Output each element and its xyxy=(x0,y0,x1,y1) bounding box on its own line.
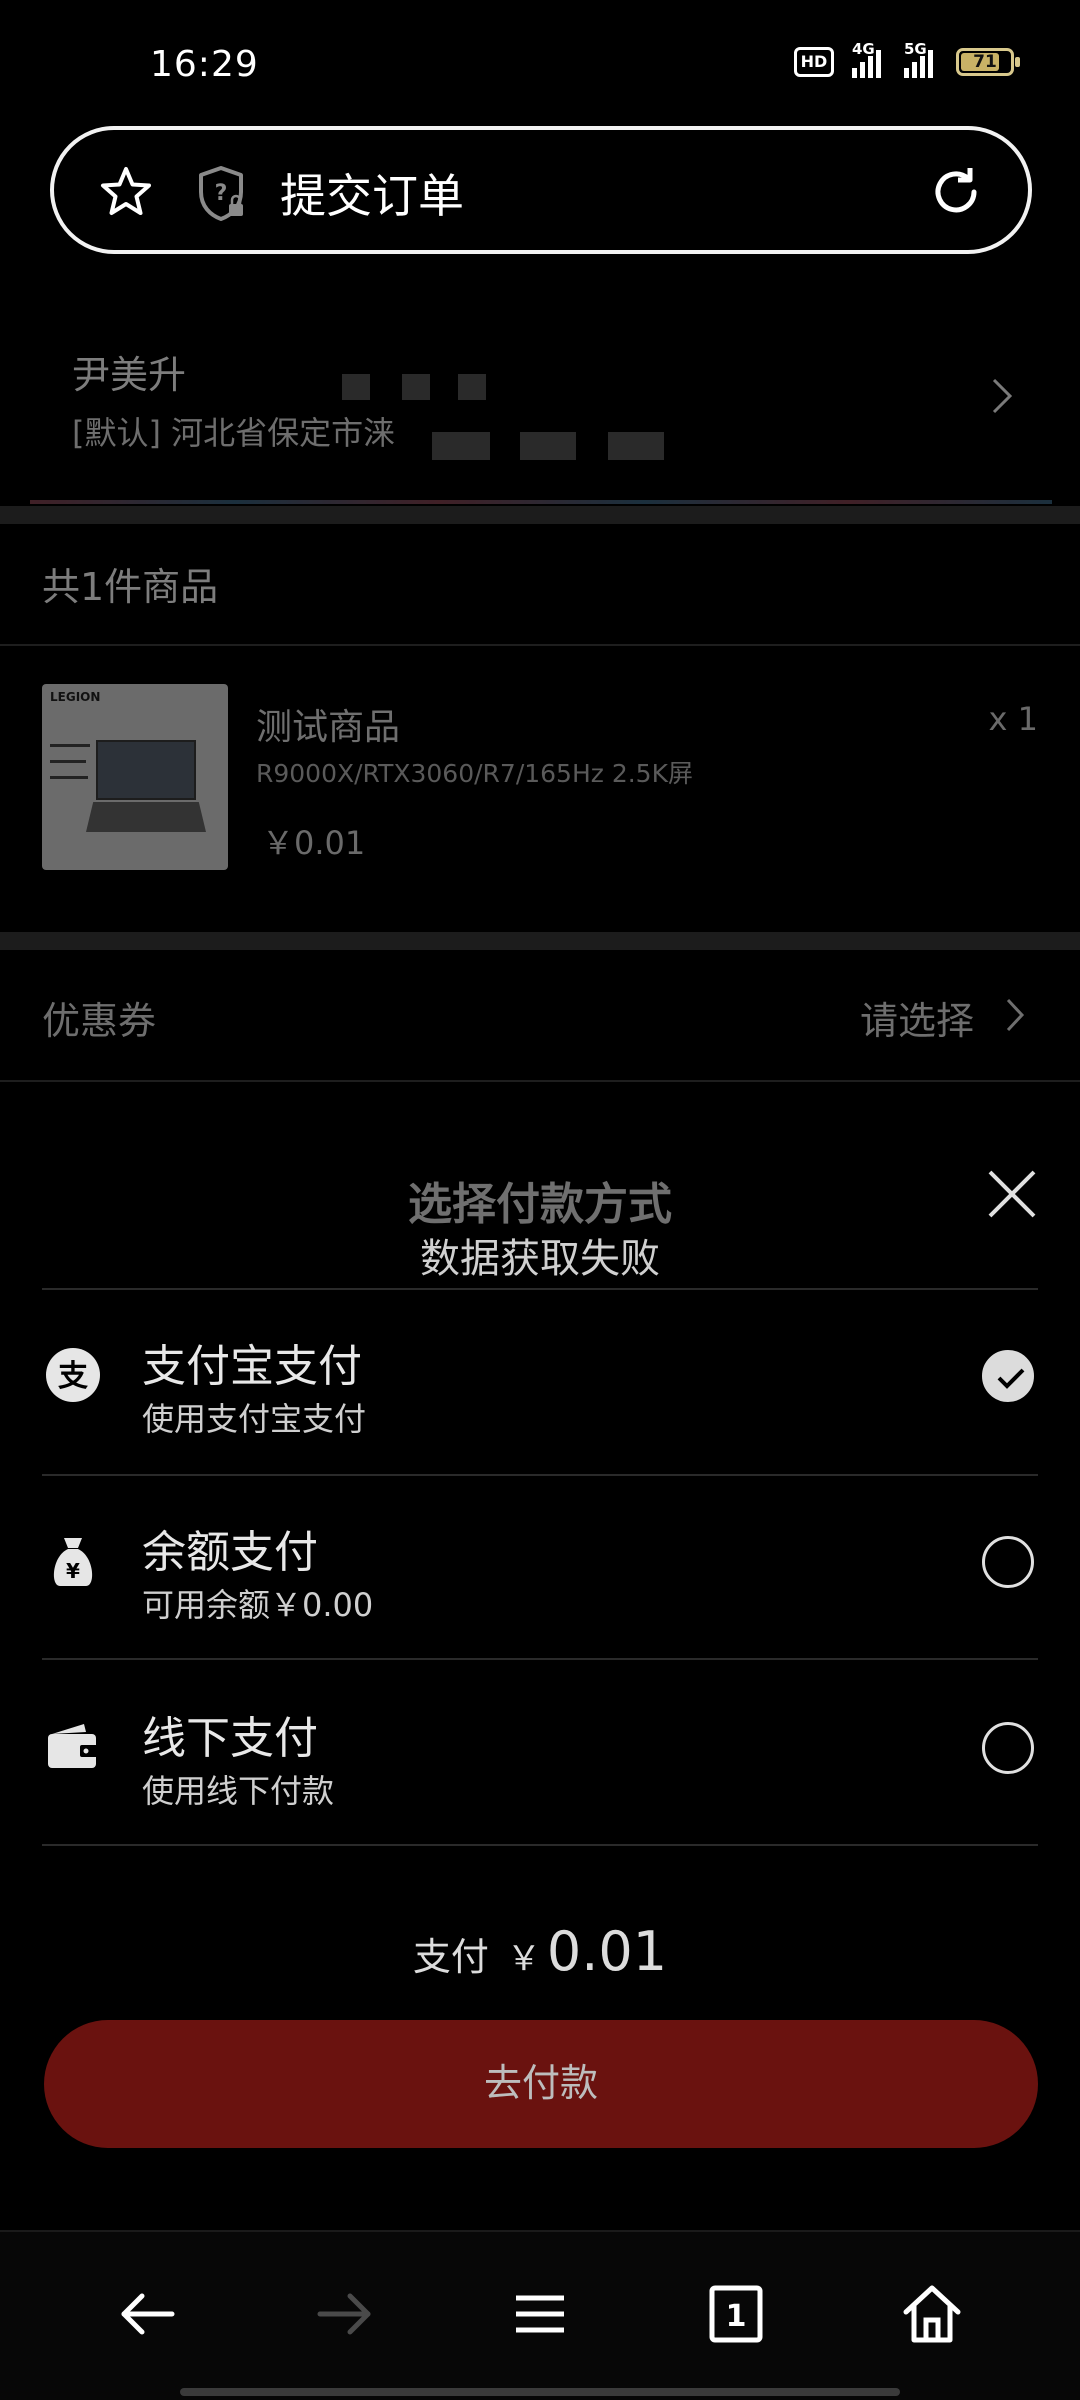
page-title: 提交订单 xyxy=(280,169,464,223)
close-icon[interactable] xyxy=(986,1168,1038,1220)
status-icons: HD 4G 5G 71 xyxy=(794,40,1020,78)
radio-checked[interactable] xyxy=(982,1350,1034,1402)
star-icon[interactable] xyxy=(98,164,154,220)
hd-icon: HD xyxy=(794,47,834,77)
home-icon[interactable] xyxy=(900,2282,964,2346)
status-bar: 16:29 HD 4G 5G 71 xyxy=(0,0,1080,130)
privacy-mask xyxy=(608,432,664,460)
method-description: 可用余额￥0.00 xyxy=(142,1586,374,1624)
method-name: 线下支付 xyxy=(142,1713,318,1764)
coupon-select[interactable]: 请选择 xyxy=(860,990,974,1045)
security-shield-icon[interactable]: ? xyxy=(194,164,248,222)
tabs-count: 1 xyxy=(726,2299,747,2334)
section-separator xyxy=(0,506,1080,524)
wallet-icon xyxy=(48,1724,100,1768)
payment-method-alipay[interactable]: 支 支付宝支付 使用支付宝支付 xyxy=(0,1290,1080,1474)
method-name: 余额支付 xyxy=(142,1527,318,1578)
signal-5g-icon: 5G xyxy=(904,40,938,78)
privacy-mask xyxy=(402,374,430,400)
divider xyxy=(0,644,1080,646)
delivery-address[interactable]: 尹美升 [默认] 河北省保定市涞 xyxy=(0,320,1080,510)
payment-method-offline[interactable]: 线下支付 使用线下付款 xyxy=(0,1662,1080,1846)
signal-4g-icon: 4G xyxy=(852,40,886,78)
address-divider xyxy=(30,500,1052,504)
product-quantity: x 1 xyxy=(988,700,1038,738)
privacy-mask xyxy=(342,374,370,400)
svg-text:?: ? xyxy=(215,181,228,206)
privacy-mask xyxy=(458,374,486,400)
goods-count: 共1件商品 xyxy=(42,565,219,609)
total-amount: 0.01 xyxy=(546,1920,668,1983)
address-line: [默认] 河北省保定市涞 xyxy=(72,414,396,452)
total-label: 支付 xyxy=(412,1935,489,1979)
product-image[interactable]: LEGION xyxy=(42,684,228,870)
radio-unchecked[interactable] xyxy=(982,1536,1034,1588)
recipient-name: 尹美升 xyxy=(72,353,187,397)
money-bag-icon: ¥ xyxy=(53,1538,93,1586)
method-description: 使用支付宝支付 xyxy=(142,1400,367,1438)
svg-text:¥: ¥ xyxy=(66,1559,80,1583)
refresh-icon[interactable] xyxy=(928,164,984,220)
total-currency: ￥ xyxy=(506,1939,541,1979)
menu-icon[interactable] xyxy=(508,2282,572,2346)
url-bar[interactable]: ? 提交订单 xyxy=(50,126,1032,254)
svg-text:支: 支 xyxy=(58,1359,88,1394)
coupon-label: 优惠券 xyxy=(42,999,157,1043)
chevron-right-icon xyxy=(992,378,1013,414)
status-time: 16:29 xyxy=(150,44,259,85)
browser-nav-bar: 1 xyxy=(0,2230,1080,2400)
forward-icon[interactable] xyxy=(312,2282,376,2346)
error-toast: 数据获取失败 xyxy=(362,1226,718,1290)
battery-icon: 71 xyxy=(956,48,1020,76)
payment-method-balance[interactable]: ¥ 余额支付 可用余额￥0.00 xyxy=(0,1476,1080,1660)
payment-sheet-title: 选择付款方式 xyxy=(408,1179,672,1230)
chevron-right-icon[interactable] xyxy=(1004,996,1026,1034)
divider xyxy=(42,1844,1038,1846)
product-spec: R9000X/RTX3060/R7/165Hz 2.5K屏 xyxy=(256,759,693,788)
payment-total: 支付 ￥ 0.01 xyxy=(0,1920,1080,1983)
divider xyxy=(42,1658,1038,1660)
back-icon[interactable] xyxy=(116,2282,180,2346)
method-description: 使用线下付款 xyxy=(142,1772,335,1810)
privacy-mask xyxy=(432,432,490,460)
pay-button[interactable]: 去付款 xyxy=(44,2020,1038,2148)
tabs-icon[interactable]: 1 xyxy=(704,2282,768,2346)
battery-level: 71 xyxy=(973,52,997,72)
check-icon xyxy=(997,1368,1025,1389)
product-name: 测试商品 xyxy=(256,707,401,748)
radio-unchecked[interactable] xyxy=(982,1722,1034,1774)
privacy-mask xyxy=(520,432,576,460)
gesture-bar[interactable] xyxy=(180,2388,900,2396)
section-separator xyxy=(0,932,1080,950)
product-brand: LEGION xyxy=(50,690,101,704)
product-price: ￥0.01 xyxy=(262,824,366,862)
method-name: 支付宝支付 xyxy=(142,1341,362,1392)
alipay-icon: 支 xyxy=(46,1348,100,1402)
divider xyxy=(0,1080,1080,1082)
